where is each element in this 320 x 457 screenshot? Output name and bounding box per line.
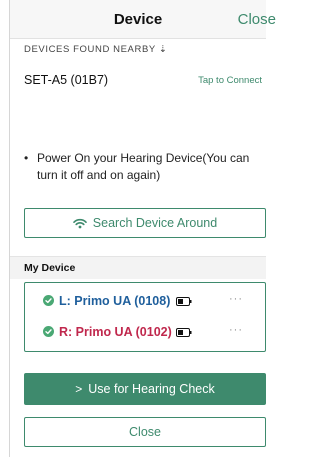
battery-icon bbox=[176, 328, 192, 337]
devices-nearby-caption: DEVICES FOUND NEARBY ⇣ bbox=[24, 44, 168, 55]
panel-border bbox=[9, 0, 10, 457]
nearby-device-name: SET-A5 (01B7) bbox=[24, 73, 109, 87]
device-item-right[interactable]: R: Primo UA (0102) ··· bbox=[43, 324, 243, 342]
my-device-list: L: Primo UA (0108) ··· R: Primo UA (0102… bbox=[24, 282, 266, 352]
search-device-label: Search Device Around bbox=[92, 216, 218, 230]
chevron-right-icon: > bbox=[75, 382, 83, 396]
instruction-text: • Power On your Hearing Device(You can t… bbox=[24, 150, 258, 184]
header-bar: Device Close bbox=[10, 0, 276, 39]
close-button-label: Close bbox=[129, 425, 161, 439]
device-right-label: R: Primo UA (0102) bbox=[59, 325, 172, 339]
wifi-icon bbox=[72, 218, 87, 228]
close-button[interactable]: Close bbox=[24, 417, 266, 447]
battery-icon bbox=[176, 297, 192, 306]
check-circle-icon bbox=[43, 295, 54, 306]
device-item-left[interactable]: L: Primo UA (0108) ··· bbox=[43, 293, 243, 311]
device-left-more-button[interactable]: ··· bbox=[229, 293, 243, 305]
header-close-button[interactable]: Close bbox=[238, 11, 276, 28]
page-title: Device bbox=[113, 11, 163, 28]
nearby-device-row[interactable]: SET-A5 (01B7) Tap to Connect bbox=[24, 72, 262, 92]
search-device-button[interactable]: Search Device Around bbox=[24, 208, 266, 238]
use-for-hearing-check-label: Use for Hearing Check bbox=[88, 382, 215, 396]
use-for-hearing-check-button[interactable]: > Use for Hearing Check bbox=[24, 373, 266, 405]
my-device-header: My Device bbox=[10, 256, 266, 279]
device-left-label: L: Primo UA (0108) bbox=[59, 294, 171, 308]
bullet: • bbox=[24, 151, 29, 165]
instruction-label: Power On your Hearing Device(You can tur… bbox=[37, 151, 250, 182]
check-circle-icon bbox=[43, 326, 54, 337]
device-right-more-button[interactable]: ··· bbox=[229, 324, 243, 336]
my-device-label: My Device bbox=[24, 262, 76, 274]
tap-to-connect-link[interactable]: Tap to Connect bbox=[198, 75, 262, 86]
